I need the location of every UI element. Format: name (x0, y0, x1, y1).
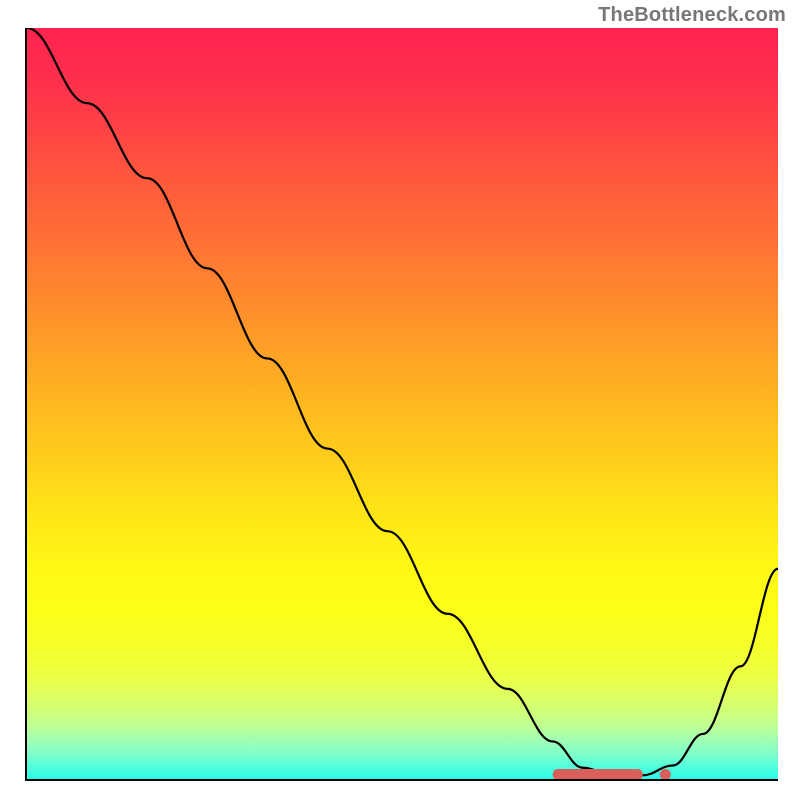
chart-axes-frame (25, 28, 778, 781)
bottleneck-curve (27, 28, 778, 775)
optimal-point-dot (660, 769, 671, 779)
attribution-label: TheBottleneck.com (598, 4, 786, 27)
optimal-range-bar (553, 769, 643, 779)
chart-svg-layer (27, 28, 778, 779)
